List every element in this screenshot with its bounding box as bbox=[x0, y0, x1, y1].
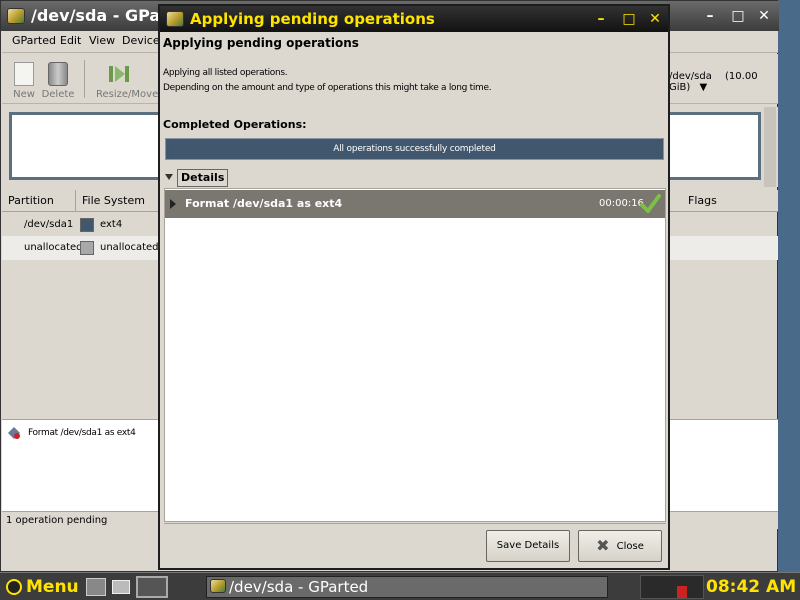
operation-row[interactable]: Format /dev/sda1 as ext4 00:00:16 bbox=[165, 190, 665, 218]
device-name: /dev/sda bbox=[669, 71, 712, 82]
completed-operations-label: Completed Operations: bbox=[163, 118, 307, 131]
progress-bar: All operations successfully completed bbox=[165, 138, 664, 160]
row-partition: unallocated bbox=[24, 242, 83, 253]
close-icon[interactable]: ✕ bbox=[646, 10, 664, 28]
column-flags[interactable]: Flags bbox=[682, 190, 778, 212]
dialog-heading: Applying pending operations bbox=[163, 36, 359, 50]
row-fs: ext4 bbox=[100, 219, 123, 230]
dialog-separator bbox=[164, 523, 666, 524]
toolbar-separator bbox=[84, 60, 85, 98]
checkmark-icon bbox=[639, 193, 661, 215]
chevron-down-icon: ▼ bbox=[699, 82, 708, 93]
menu-label: Menu bbox=[26, 577, 79, 597]
menu-edit[interactable]: Edit bbox=[60, 34, 81, 47]
close-button[interactable]: ✖ Close bbox=[578, 530, 662, 562]
dialog-description-2: Depending on the amount and type of oper… bbox=[163, 83, 492, 93]
menu-gparted[interactable]: GParted bbox=[12, 34, 56, 47]
minimize-icon[interactable]: – bbox=[701, 7, 719, 25]
new-document-icon bbox=[14, 62, 34, 86]
row-fs: unallocated bbox=[100, 242, 159, 253]
resize-move-button[interactable]: Resize/Move bbox=[96, 56, 158, 102]
expander-down-icon bbox=[165, 174, 173, 180]
column-file-system[interactable]: File System bbox=[76, 190, 160, 212]
dialog-title-bar[interactable]: Applying pending operations – □ ✕ bbox=[160, 6, 668, 32]
close-label: Close bbox=[616, 541, 644, 552]
keyboard-icon[interactable] bbox=[112, 580, 130, 594]
format-operation-icon bbox=[7, 426, 21, 440]
apply-operations-dialog: Applying pending operations – □ ✕ Applyi… bbox=[158, 4, 670, 570]
minimize-icon[interactable]: – bbox=[592, 10, 610, 28]
device-selector[interactable]: /dev/sda (10.00 GiB) ▼ bbox=[669, 71, 777, 93]
pending-operation-item[interactable]: Format /dev/sda1 as ext4 bbox=[28, 428, 136, 438]
dialog-title: Applying pending operations bbox=[190, 10, 435, 28]
maximize-icon[interactable]: □ bbox=[729, 7, 747, 25]
save-details-label: Save Details bbox=[496, 540, 560, 551]
gparted-app-icon bbox=[7, 8, 25, 24]
operation-label: Format /dev/sda1 as ext4 bbox=[185, 197, 343, 210]
save-details-button[interactable]: Save Details bbox=[486, 530, 570, 562]
graph-scrollbar[interactable] bbox=[764, 107, 776, 187]
start-menu-button[interactable]: Menu bbox=[4, 575, 79, 599]
taskbar: Menu /dev/sda - GParted 08:42 AM bbox=[0, 572, 800, 600]
resize-move-icon bbox=[108, 62, 129, 86]
taskbar-window-gparted[interactable]: /dev/sda - GParted bbox=[206, 576, 608, 598]
row-partition: /dev/sda1 bbox=[24, 219, 74, 230]
operation-time: 00:00:16 bbox=[599, 198, 644, 209]
taskbar-window-title: /dev/sda - GParted bbox=[229, 578, 369, 596]
close-x-icon: ✖ bbox=[596, 536, 610, 555]
operation-details-list: Format /dev/sda1 as ext4 00:00:16 bbox=[164, 188, 666, 522]
menu-device[interactable]: Device bbox=[122, 34, 160, 47]
battery-icon bbox=[677, 586, 687, 598]
dialog-description-1: Applying all listed operations. bbox=[163, 68, 288, 78]
column-partition[interactable]: Partition bbox=[2, 190, 76, 212]
menu-view[interactable]: View bbox=[89, 34, 115, 47]
desktop-pager[interactable] bbox=[136, 576, 168, 598]
gparted-app-icon bbox=[166, 11, 184, 27]
fs-color-swatch bbox=[80, 218, 94, 232]
close-icon[interactable]: ✕ bbox=[755, 7, 773, 25]
delete-button[interactable]: Delete bbox=[38, 56, 78, 102]
gparted-app-icon bbox=[210, 579, 226, 593]
fs-color-swatch bbox=[80, 241, 94, 255]
network-icon[interactable] bbox=[86, 578, 106, 596]
details-label: Details bbox=[177, 169, 229, 187]
system-tray[interactable] bbox=[640, 575, 704, 599]
expander-right-icon[interactable] bbox=[170, 199, 176, 209]
clock[interactable]: 08:42 AM bbox=[706, 575, 796, 599]
maximize-icon[interactable]: □ bbox=[620, 10, 638, 28]
menu-icon bbox=[6, 579, 22, 595]
trash-icon bbox=[48, 62, 68, 86]
